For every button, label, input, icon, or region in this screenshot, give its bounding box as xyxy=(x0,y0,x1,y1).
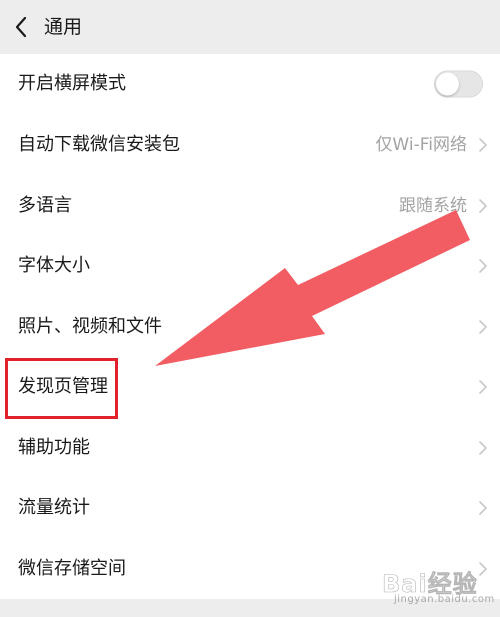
page-title: 通用 xyxy=(44,16,83,38)
settings-screen: 通用 开启横屏模式 自动下载微信安装包 仅Wi-Fi网络 多语言 跟随系统 字体… xyxy=(0,0,500,617)
chevron-right-icon xyxy=(478,198,488,214)
setting-label: 发现页管理 xyxy=(18,376,108,398)
nav-header: 通用 xyxy=(0,0,500,54)
setting-row-auto-download[interactable]: 自动下载微信安装包 仅Wi-Fi网络 xyxy=(0,115,500,176)
setting-label: 照片、视频和文件 xyxy=(18,315,162,337)
chevron-right-icon xyxy=(478,258,488,274)
chevron-left-icon xyxy=(15,16,27,38)
setting-row-discover-management[interactable]: 发现页管理 xyxy=(0,357,500,418)
chevron-right-icon xyxy=(478,379,488,395)
setting-row-language[interactable]: 多语言 跟随系统 xyxy=(0,176,500,237)
settings-list: 开启横屏模式 自动下载微信安装包 仅Wi-Fi网络 多语言 跟随系统 字体大小 xyxy=(0,54,500,599)
chevron-right-icon xyxy=(478,137,488,153)
chevron-right-icon xyxy=(478,500,488,516)
setting-row-media-files[interactable]: 照片、视频和文件 xyxy=(0,297,500,358)
setting-row-font-size[interactable]: 字体大小 xyxy=(0,236,500,297)
setting-row-accessibility[interactable]: 辅助功能 xyxy=(0,418,500,479)
chevron-right-icon xyxy=(478,561,488,577)
toggle-knob xyxy=(436,72,459,96)
setting-label: 字体大小 xyxy=(18,255,90,277)
chevron-right-icon xyxy=(478,319,488,335)
setting-row-storage[interactable]: 微信存储空间 xyxy=(0,539,500,600)
setting-value: 跟随系统 xyxy=(399,195,467,216)
setting-label: 开启横屏模式 xyxy=(18,73,126,95)
setting-value: 仅Wi-Fi网络 xyxy=(375,135,467,156)
chevron-right-icon xyxy=(478,440,488,456)
setting-row-landscape-mode[interactable]: 开启横屏模式 xyxy=(0,54,500,115)
setting-label: 辅助功能 xyxy=(18,436,90,458)
back-button[interactable] xyxy=(8,12,36,42)
bottom-background xyxy=(0,599,500,617)
setting-label: 自动下载微信安装包 xyxy=(18,134,180,156)
setting-label: 微信存储空间 xyxy=(18,557,126,579)
setting-label: 多语言 xyxy=(18,194,72,216)
setting-label: 流量统计 xyxy=(18,497,90,519)
setting-row-data-usage[interactable]: 流量统计 xyxy=(0,478,500,539)
landscape-mode-toggle[interactable] xyxy=(434,70,483,98)
